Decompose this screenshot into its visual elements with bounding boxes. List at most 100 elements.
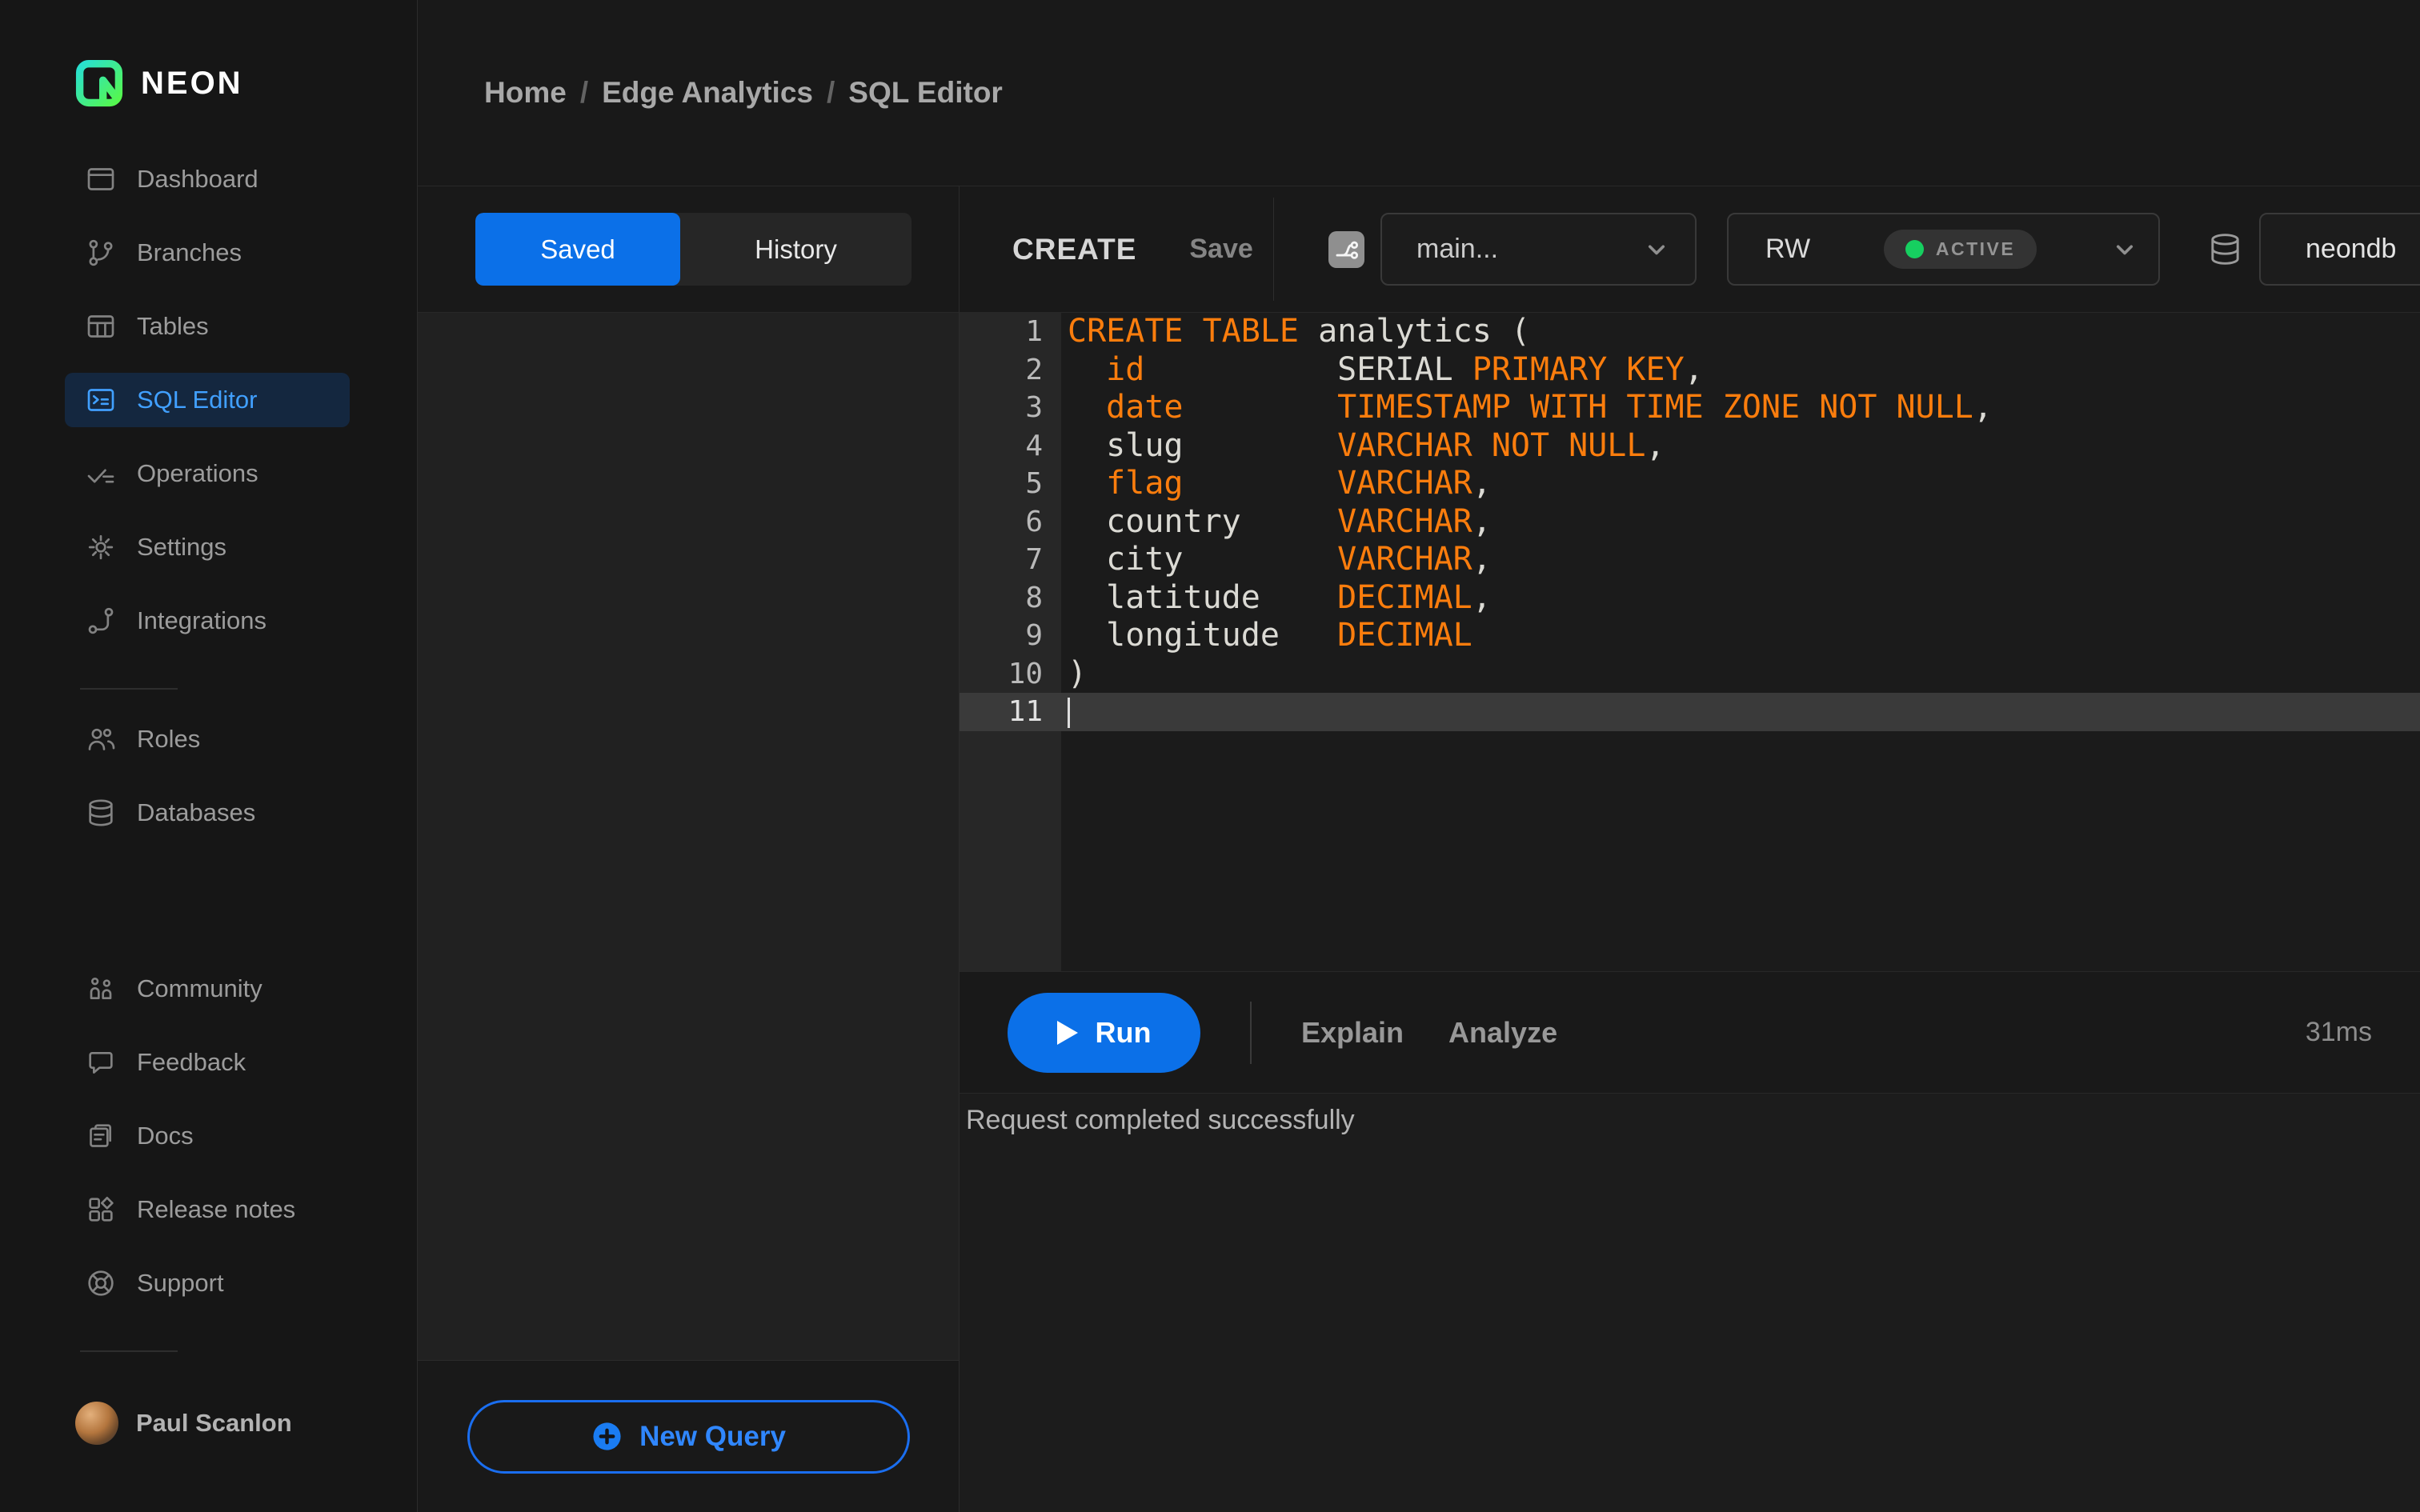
- line-number: 1: [1025, 315, 1043, 348]
- branch-icon: [1328, 230, 1364, 268]
- roles-icon: [85, 723, 117, 755]
- sidebar: NEON Dashboard Branches Tables SQL Editor Op…: [0, 0, 418, 1512]
- sidebar-item-feedback[interactable]: Feedback: [65, 1035, 350, 1090]
- code-line: id SERIAL PRIMARY KEY,: [1106, 350, 1704, 388]
- sidebar-item-community[interactable]: Community: [65, 962, 350, 1016]
- status-badge-label: ACTIVE: [1935, 238, 2016, 259]
- line-number: 4: [1025, 429, 1043, 462]
- tab-history[interactable]: History: [680, 213, 912, 286]
- sidebar-item-operations[interactable]: Operations: [65, 446, 350, 501]
- line-number: 9: [1025, 619, 1043, 652]
- tables-icon: [85, 310, 117, 342]
- sidebar-divider: [80, 1350, 178, 1352]
- databases-icon: [85, 797, 117, 829]
- queries-tab-switcher: Saved History: [475, 213, 912, 286]
- release-notes-icon: [85, 1194, 117, 1226]
- line-number: 10: [1008, 657, 1043, 690]
- tab-saved[interactable]: Saved: [475, 213, 680, 286]
- status-badge: ACTIVE: [1883, 230, 2037, 269]
- sidebar-item-databases[interactable]: Databases: [65, 786, 350, 840]
- neon-console: NEON Dashboard Branches Tables SQL Editor Op…: [0, 0, 2420, 1512]
- sidebar-item-label: Integrations: [137, 606, 266, 634]
- chevron-down-icon: [2110, 235, 2139, 264]
- play-icon: [1056, 1020, 1078, 1045]
- code-line: flag VARCHAR,: [1106, 465, 1492, 502]
- branch-selector-value: main...: [1416, 234, 1499, 264]
- line-number: 5: [1025, 467, 1043, 500]
- user-menu[interactable]: Paul Scanlon: [0, 1402, 417, 1445]
- results-area: Request completed successfully: [960, 1094, 2420, 1512]
- plus-icon: [591, 1420, 623, 1453]
- sidebar-item-label: SQL Editor: [137, 386, 258, 414]
- sidebar-item-label: Release notes: [137, 1195, 296, 1223]
- sidebar-nav-bottom: Community Feedback Docs Release notes Suppor…: [0, 962, 417, 1330]
- line-number: 6: [1025, 505, 1043, 538]
- sidebar-item-integrations[interactable]: Integrations: [65, 594, 350, 648]
- breadcrumb-separator: /: [826, 76, 835, 109]
- dashboard-icon: [85, 163, 117, 195]
- breadcrumb-current: SQL Editor: [848, 76, 1003, 109]
- breadcrumb-home[interactable]: Home: [484, 76, 567, 110]
- breadcrumb-separator: /: [579, 76, 589, 109]
- feedback-icon: [85, 1046, 117, 1078]
- actions-divider: [1250, 1001, 1252, 1064]
- compute-selector[interactable]: RW ACTIVE: [1727, 213, 2160, 286]
- sidebar-item-label: Community: [137, 974, 262, 1002]
- neon-logo-icon: [75, 59, 123, 107]
- sidebar-item-settings[interactable]: Settings: [65, 520, 350, 574]
- sidebar-nav-secondary: Roles Databases: [0, 712, 417, 859]
- sidebar-item-tables[interactable]: Tables: [65, 299, 350, 354]
- sql-editor-icon: [85, 384, 117, 416]
- saved-queries-list[interactable]: [418, 313, 959, 1361]
- sidebar-item-label: Operations: [137, 459, 258, 487]
- sidebar-nav-main: Dashboard Branches Tables SQL Editor Operati…: [0, 152, 417, 667]
- sidebar-item-label: Databases: [137, 798, 256, 826]
- sidebar-item-sql-editor[interactable]: SQL Editor: [65, 373, 350, 427]
- save-button[interactable]: Save: [1189, 234, 1252, 265]
- active-status-dot: [1905, 240, 1924, 258]
- sidebar-item-branches[interactable]: Branches: [65, 226, 350, 280]
- database-icon: [2206, 230, 2244, 268]
- branches-icon: [85, 237, 117, 269]
- query-title: CREATE: [1012, 232, 1137, 266]
- sidebar-item-docs[interactable]: Docs: [65, 1109, 350, 1163]
- code-line: country VARCHAR,: [1068, 502, 1492, 540]
- sidebar-item-label: Support: [137, 1269, 224, 1297]
- sidebar-item-label: Dashboard: [137, 165, 258, 193]
- code-line: slug VARCHAR NOT NULL,: [1068, 426, 1665, 464]
- code-editor[interactable]: 1 2 3 4 5 6 7 8 9 10 11 CREATE TABLE analytics ( i…: [960, 313, 2420, 972]
- line-number: 2: [1025, 353, 1043, 386]
- code-line: ): [1068, 654, 1088, 692]
- new-query-button[interactable]: New Query: [467, 1399, 910, 1474]
- line-number: 3: [1025, 391, 1043, 424]
- sidebar-item-label: Tables: [137, 312, 209, 340]
- sidebar-item-release-notes[interactable]: Release notes: [65, 1182, 350, 1237]
- branch-selector[interactable]: main...: [1380, 213, 1697, 286]
- code-line: latitude DECIMAL,: [1068, 578, 1492, 616]
- sql-editor-panel: CREATE Save main... RW ACTIVE neondb 1 2…: [960, 186, 2420, 1512]
- breadcrumb-project[interactable]: Edge Analytics: [602, 76, 813, 110]
- neon-logo[interactable]: NEON: [0, 59, 417, 107]
- line-number: 8: [1025, 581, 1043, 614]
- sidebar-item-label: Feedback: [137, 1048, 246, 1076]
- sidebar-item-support[interactable]: Support: [65, 1256, 350, 1310]
- status-message: Request completed successfully: [966, 1105, 1355, 1135]
- sidebar-item-dashboard[interactable]: Dashboard: [65, 152, 350, 206]
- sidebar-item-label: Branches: [137, 238, 242, 266]
- database-selector[interactable]: neondb: [2259, 213, 2420, 286]
- explain-button[interactable]: Explain: [1301, 1016, 1404, 1050]
- sidebar-item-roles[interactable]: Roles: [65, 712, 350, 766]
- chevron-down-icon: [1642, 235, 1671, 264]
- support-icon: [85, 1267, 117, 1299]
- text-cursor: [1068, 698, 1070, 728]
- line-number: 11: [1008, 695, 1043, 728]
- query-duration: 31ms: [2305, 1017, 2372, 1047]
- code-content[interactable]: CREATE TABLE analytics ( id SERIAL PRIMA…: [1061, 313, 2420, 731]
- integrations-icon: [85, 605, 117, 637]
- brand-wordmark: NEON: [141, 65, 243, 101]
- analyze-button[interactable]: Analyze: [1448, 1016, 1557, 1050]
- avatar: [75, 1402, 118, 1445]
- run-button[interactable]: Run: [1008, 992, 1200, 1073]
- saved-queries-panel: Saved History New Query: [418, 186, 960, 1512]
- user-name: Paul Scanlon: [136, 1409, 292, 1437]
